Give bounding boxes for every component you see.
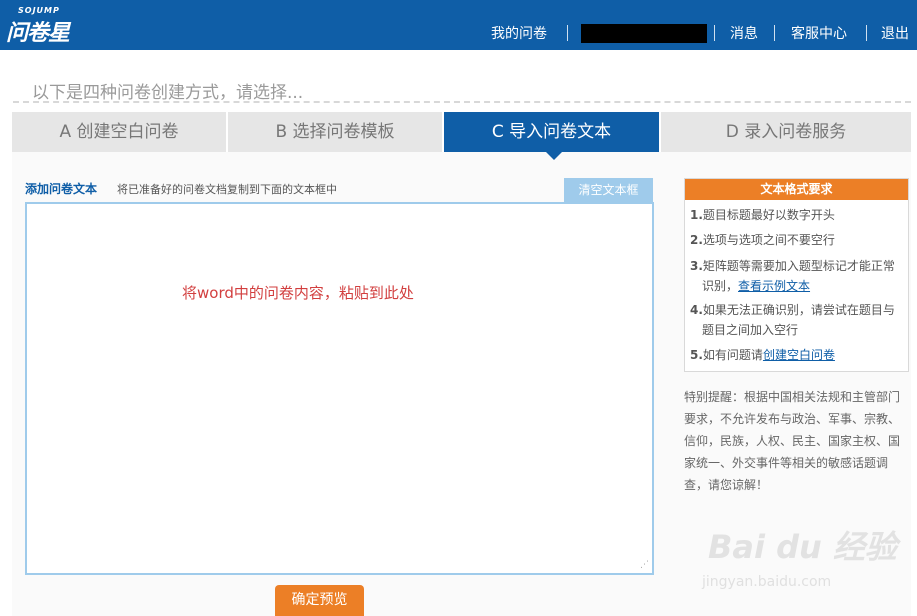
paste-placeholder: 将word中的问卷内容，粘贴到此处 <box>182 284 414 302</box>
nav-separator <box>567 25 568 41</box>
special-notice: 特别提醒：根据中国相关法规和主管部门 要求，不允许发布与政治、军事、宗教、 信仰… <box>684 386 909 496</box>
active-tab-arrow-icon <box>546 152 562 160</box>
creation-method-intro: 以下是四种问卷创建方式，请选择... <box>32 83 304 103</box>
nav-messages[interactable]: 消息 <box>730 25 758 43</box>
nav-separator <box>866 25 867 41</box>
format-item-continued: 题目之间加入空行 <box>702 323 799 337</box>
clear-textbox-button[interactable]: 清空文本框 <box>564 178 653 202</box>
notice-line: 特别提醒：根据中国相关法规和主管部门 <box>684 390 901 404</box>
format-item: 3.矩阵题等需要加入题型标记才能正常 <box>690 256 895 276</box>
top-navbar: SOJUMP 问卷星 我的问卷 消息 客服中心 退出 <box>0 0 917 50</box>
logo-main-text: 问卷星 <box>6 21 70 46</box>
confirm-preview-button[interactable]: 确定预览 <box>275 585 364 616</box>
logo-small-text: SOJUMP <box>18 6 60 15</box>
creation-method-tabs: A 创建空白问卷 B 选择问卷模板 C 导入问卷文本 D 录入问卷服务 <box>12 112 911 152</box>
format-item-text: 如有问题请 <box>702 348 763 362</box>
format-requirements-title: 文本格式要求 <box>685 179 908 200</box>
format-item-number: 5. <box>690 348 703 362</box>
format-item-number: 1. <box>690 208 703 222</box>
notice-line: 家统一、外交事件等相关的敏感话题调 <box>684 456 889 470</box>
nav-separator <box>774 25 775 41</box>
format-requirements-box: 文本格式要求 1.题目标题最好以数字开头 2.选项与选项之间不要空行 3.矩阵题… <box>684 178 909 372</box>
nav-my-surveys[interactable]: 我的问卷 <box>491 25 547 43</box>
format-item-text: 选项与选项之间不要空行 <box>702 233 835 247</box>
format-item-text: 矩阵题等需要加入题型标记才能正常 <box>702 259 895 273</box>
nav-logout[interactable]: 退出 <box>881 25 909 43</box>
resize-grip-icon[interactable]: ⋰ <box>640 561 649 570</box>
format-item-text: 题目标题最好以数字开头 <box>702 208 835 222</box>
notice-line: 查，请您谅解！ <box>684 478 769 492</box>
baidu-jingyan-watermark: Bai du 经验 jingyan.baidu.com <box>700 512 900 602</box>
watermark-url-text: jingyan.baidu.com <box>702 574 832 590</box>
notice-line: 要求，不允许发布与政治、军事、宗教、 <box>684 412 901 426</box>
tab-import-text[interactable]: C 导入问卷文本 <box>444 112 659 152</box>
format-item-number: 3. <box>690 259 703 273</box>
format-item-continued: 识别，查看示例文本 <box>702 276 810 296</box>
tab-template[interactable]: B 选择问卷模板 <box>228 112 442 152</box>
nav-support-center[interactable]: 客服中心 <box>791 25 847 43</box>
watermark-main-text: Bai du 经验 <box>708 528 897 566</box>
survey-text-input[interactable]: 将word中的问卷内容，粘贴到此处 ⋰ <box>25 202 654 575</box>
add-text-title: 添加问卷文本 <box>25 182 98 196</box>
tab-blank-survey[interactable]: A 创建空白问卷 <box>12 112 226 152</box>
format-item-text: 识别， <box>702 279 739 293</box>
tab-entry-service[interactable]: D 录入问卷服务 <box>661 112 911 152</box>
dashed-divider <box>13 101 911 103</box>
view-example-link[interactable]: 查看示例文本 <box>738 279 810 293</box>
format-item: 5.如有问题请创建空白问卷 <box>690 345 835 365</box>
add-text-hint: 将已准备好的问卷文档复制到下面的文本框中 <box>117 183 337 196</box>
format-item: 4.如果无法正确识别，请尝试在题目与 <box>690 300 895 320</box>
format-item-number: 4. <box>690 303 703 317</box>
format-item: 1.题目标题最好以数字开头 <box>690 205 835 225</box>
redacted-username <box>581 24 707 43</box>
format-item-text: 如果无法正确识别，请尝试在题目与 <box>702 303 895 317</box>
format-item: 2.选项与选项之间不要空行 <box>690 230 835 250</box>
format-item-number: 2. <box>690 233 703 247</box>
notice-line: 信仰，民族，人权、民主、国家主权、国 <box>684 434 901 448</box>
create-blank-survey-link[interactable]: 创建空白问卷 <box>763 348 835 362</box>
nav-separator <box>714 25 715 41</box>
